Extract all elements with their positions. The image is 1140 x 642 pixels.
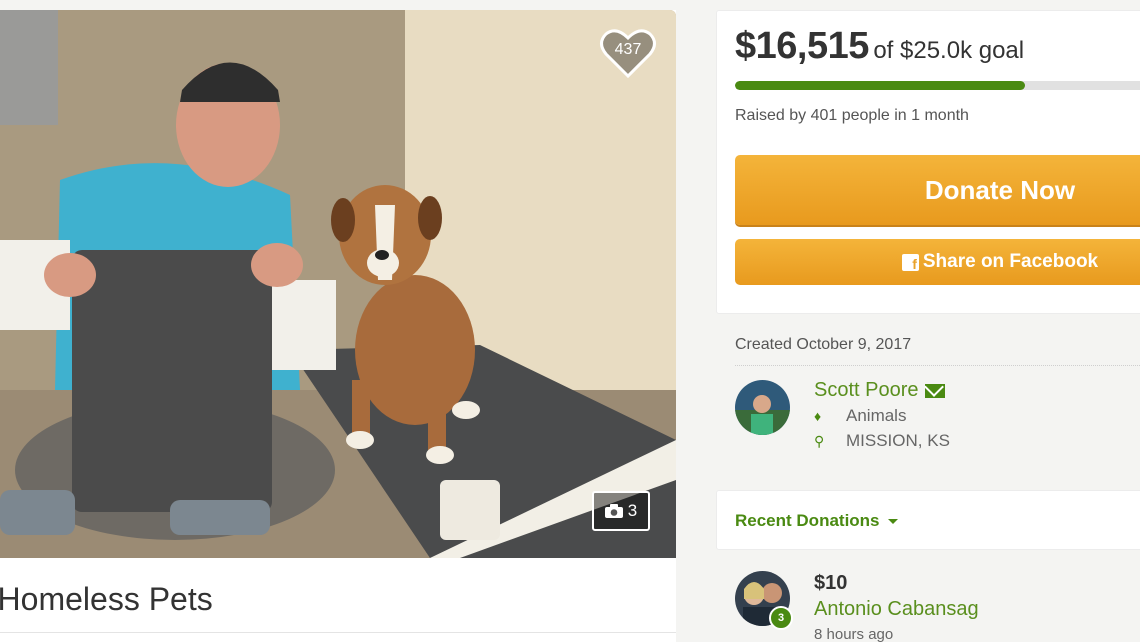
photo-count: 3 [627,501,638,520]
organizer-link[interactable]: Scott Poore [814,379,945,402]
donation-amount: $10 [814,572,848,594]
share-facebook-label: Share on Facebook [922,251,1099,272]
category-label: Animals [846,406,907,425]
mail-icon[interactable] [924,383,945,398]
raised-amount: $16,515 [735,25,869,67]
recent-donations-label: Recent Donations [735,511,880,530]
campaign-card: 437 3 r Homeless Pets [0,10,676,642]
like-heart-button[interactable]: 437 [599,28,657,80]
tag-icon: ♦ [814,408,822,424]
donor-name[interactable]: Antonio Cabansag [814,598,979,621]
campaign-photo-image [0,10,676,558]
campaign-photo[interactable]: 437 3 [0,10,676,558]
organizer-name: Scott Poore [814,379,919,401]
facebook-icon: f [901,253,919,271]
photo-gallery-button[interactable]: 3 [592,491,650,531]
created-date: Created October 9, 2017 [735,336,912,353]
organizer-avatar-image [735,380,790,435]
progress-bar [735,81,1140,90]
goal-text: of $25.0k goal [873,37,1025,64]
category-row: ♦ Animals [814,406,906,426]
recent-donations-toggle[interactable]: Recent Donations [735,511,898,531]
amount-line: $16,515 of $25.0k goal [735,25,1024,68]
camera-icon [604,504,623,518]
progress-fill [735,81,1026,90]
donation-time: 8 hours ago [814,626,894,642]
location-row: ⚲ MISSION, KS [814,431,950,451]
location-pin-icon: ⚲ [814,432,825,449]
location-label: MISSION, KS [846,431,950,450]
divider [735,365,1140,366]
donate-now-button[interactable]: Donate Now [735,155,1140,225]
share-facebook-button[interactable]: f Share on Facebook [735,239,1140,285]
donor-badge: 3 [769,606,793,630]
chevron-down-icon [887,519,898,525]
organizer-avatar[interactable] [735,380,790,435]
like-count: 437 [614,41,642,58]
raised-by-text: Raised by 401 people in 1 month [735,107,969,124]
divider [0,632,676,633]
funding-card: $16,515 of $25.0k goal Raised by 401 peo… [716,10,1140,314]
recent-donations-card: Recent Donations [716,490,1140,550]
campaign-title: r Homeless Pets [0,581,213,617]
